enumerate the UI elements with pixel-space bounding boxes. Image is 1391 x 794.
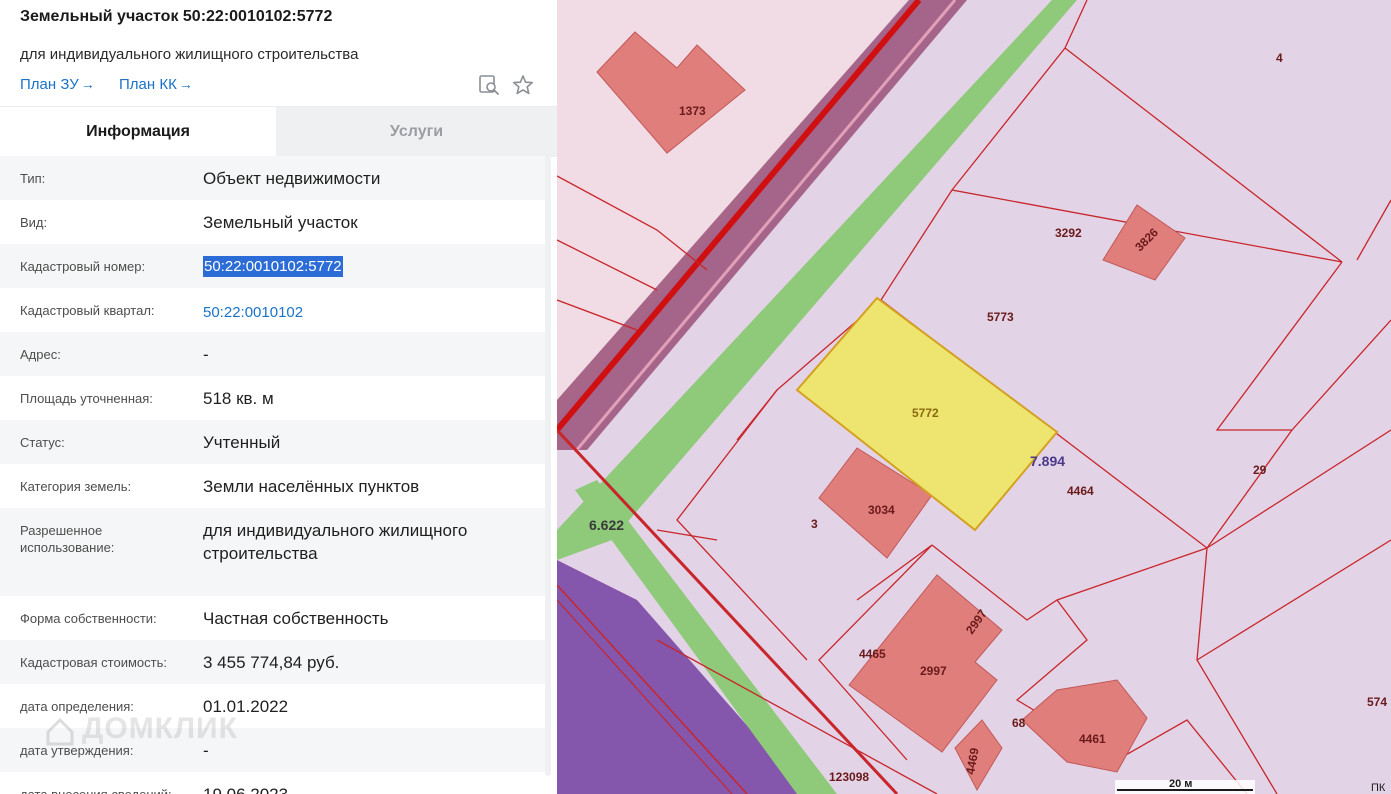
row-label: дата внесения сведений: xyxy=(20,786,190,794)
page-subtitle: для индивидуального жилищного строительс… xyxy=(20,46,359,63)
row-label: Кадастровая стоимость: xyxy=(20,655,167,670)
label-4461: 4461 xyxy=(1079,732,1106,746)
row-kind: Вид: Земельный участок xyxy=(0,200,545,244)
row-value: для индивидуального жилищного строительс… xyxy=(203,521,468,563)
label-4464: 4464 xyxy=(1067,484,1094,498)
tab-bar: Информация Услуги xyxy=(0,106,557,157)
row-value: Учтенный xyxy=(203,433,281,452)
row-label: Площадь уточненная: xyxy=(20,391,153,406)
page-title: Земельный участок 50:22:0010102:5772 xyxy=(20,8,333,25)
row-label: Разрешенное использование: xyxy=(20,523,115,555)
row-status: Статус: Учтенный xyxy=(0,420,545,464)
row-value: Частная собственность xyxy=(203,609,389,628)
scale-label: 20 м xyxy=(1169,778,1192,790)
row-label: Кадастровый номер: xyxy=(20,259,146,274)
cadastral-map[interactable]: 1373 4 3292 3826 5773 5772 7.894 4464 29… xyxy=(557,0,1391,794)
row-entry-date: дата внесения сведений: 19.06.2023 xyxy=(0,772,545,794)
selected-text: 50:22:0010102:5772 xyxy=(203,256,343,277)
label-29: 29 xyxy=(1253,463,1267,477)
tab-services[interactable]: Услуги xyxy=(276,107,557,157)
tab-information[interactable]: Информация xyxy=(0,107,276,157)
row-permitted-use: Разрешенное использование: для индивидуа… xyxy=(0,508,545,596)
row-cadastral-cost: Кадастровая стоимость: 3 455 774,84 руб. xyxy=(0,640,545,684)
row-label: Категория земель: xyxy=(20,479,132,494)
row-value: Земельный участок xyxy=(203,213,358,232)
label-3: 3 xyxy=(811,517,818,531)
row-label: Адрес: xyxy=(20,347,61,362)
plan-kk-label: План КК xyxy=(119,76,177,93)
row-cadastral-quarter: Кадастровый квартал: 50:22:0010102 xyxy=(0,288,545,332)
label-68: 68 xyxy=(1012,716,1026,730)
row-value: 3 455 774,84 руб. xyxy=(203,653,340,672)
plan-kk-link[interactable]: План КК → xyxy=(119,76,193,93)
row-type: Тип: Объект недвижимости xyxy=(0,156,545,200)
label-6622: 6.622 xyxy=(589,517,624,533)
row-address: Адрес: - xyxy=(0,332,545,376)
plan-zu-label: План ЗУ xyxy=(20,76,79,93)
arrow-right-icon: → xyxy=(178,76,193,92)
row-label: Статус: xyxy=(20,435,65,450)
row-value: Объект недвижимости xyxy=(203,169,381,188)
label-5773: 5773 xyxy=(987,310,1014,324)
label-5772: 5772 xyxy=(912,406,939,420)
label-3292: 3292 xyxy=(1055,226,1082,240)
row-land-category: Категория земель: Земли населённых пункт… xyxy=(0,464,545,508)
favorite-star-icon[interactable] xyxy=(512,74,534,96)
row-value: - xyxy=(203,345,209,364)
map-canvas: 1373 4 3292 3826 5773 5772 7.894 4464 29… xyxy=(557,0,1391,794)
row-value: 01.01.2022 xyxy=(203,697,289,716)
cadastral-quarter-link[interactable]: 50:22:0010102 xyxy=(203,301,533,324)
scrollbar[interactable] xyxy=(545,156,551,776)
label-4: 4 xyxy=(1276,51,1283,65)
row-label: Форма собственности: xyxy=(20,611,157,626)
row-cadastral-number: Кадастровый номер: 50:22:0010102:5772 xyxy=(0,244,545,288)
row-ownership: Форма собственности: Частная собственнос… xyxy=(0,596,545,640)
domclick-logo-icon xyxy=(44,716,76,748)
row-value: 518 кв. м xyxy=(203,389,274,408)
row-area: Площадь уточненная: 518 кв. м xyxy=(0,376,545,420)
cadastral-number-value[interactable]: 50:22:0010102:5772 xyxy=(203,255,533,278)
row-value: - xyxy=(203,741,209,760)
find-on-map-icon[interactable] xyxy=(478,74,500,96)
label-4465: 4465 xyxy=(859,647,886,661)
label-123098: 123098 xyxy=(829,770,869,784)
scale-bar: 20 м xyxy=(1115,778,1255,794)
property-info-list: Тип: Объект недвижимости Вид: Земельный … xyxy=(0,156,545,794)
pk-label: ПК xyxy=(1371,782,1386,794)
arrow-right-icon: → xyxy=(80,76,95,92)
row-value: Земли населённых пунктов xyxy=(203,477,420,496)
row-label: Вид: xyxy=(20,215,48,230)
info-panel: Земельный участок 50:22:0010102:5772 для… xyxy=(0,0,557,794)
label-7894: 7.894 xyxy=(1030,453,1065,469)
plan-zu-link[interactable]: План ЗУ → xyxy=(20,76,95,93)
watermark-text: ДОМКЛИК xyxy=(82,712,238,745)
label-2997: 2997 xyxy=(920,664,947,678)
label-3034: 3034 xyxy=(868,503,895,517)
row-label: Кадастровый квартал: xyxy=(20,303,155,318)
row-value: 19.06.2023 xyxy=(203,783,533,794)
row-label: Тип: xyxy=(20,171,46,186)
label-1373: 1373 xyxy=(679,104,706,118)
label-574: 574 xyxy=(1367,695,1387,709)
